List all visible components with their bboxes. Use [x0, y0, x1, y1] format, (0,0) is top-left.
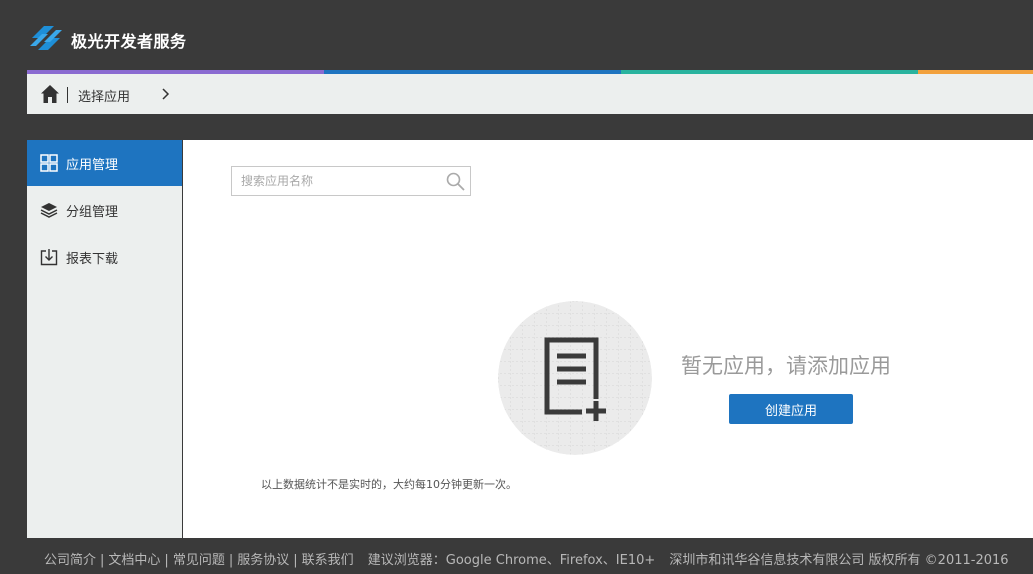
footer-link-faq[interactable]: 常见问题: [173, 553, 225, 568]
footer-divider: |: [228, 553, 234, 568]
search-input[interactable]: [241, 167, 441, 195]
footer-divider: |: [164, 553, 169, 568]
empty-state-title: 暂无应用，请添加应用: [681, 354, 891, 378]
footer-browser-tip: 建议浏览器：Google Chrome、Firefox、IE10+: [367, 553, 656, 568]
data-update-note: 以上数据统计不是实时的，大约每10分钟更新一次。: [261, 478, 517, 491]
grid-icon: [40, 154, 58, 172]
sidebar-item-report-download[interactable]: 报表下载: [27, 234, 182, 280]
breadcrumb-current[interactable]: 选择应用: [78, 86, 130, 105]
breadcrumb: 选择应用: [27, 74, 1033, 114]
main-content: 暂无应用，请添加应用 创建应用 以上数据统计不是实时的，大约每10分钟更新一次。: [183, 140, 1033, 538]
footer: 公司简介 | 文档中心 | 常见问题 | 服务协议 | 联系我们 建议浏览器：Google Ch…: [44, 549, 1009, 568]
footer-divider: |: [100, 553, 105, 568]
sidebar: 应用管理 分组管理 报表下载: [27, 140, 182, 538]
footer-link-terms[interactable]: 服务协议: [237, 553, 289, 568]
sidebar-item-app-management[interactable]: 应用管理: [27, 140, 182, 186]
footer-link-contact[interactable]: 联系我们: [302, 553, 354, 568]
footer-copyright: 深圳市和讯华谷信息技术有限公司 版权所有 ©2011-2016: [669, 553, 1009, 568]
home-icon[interactable]: [40, 84, 60, 104]
footer-link-about[interactable]: 公司简介: [44, 553, 96, 568]
sidebar-item-label: 报表下载: [66, 251, 119, 267]
footer-link-docs[interactable]: 文档中心: [108, 553, 160, 568]
download-icon: [40, 249, 58, 266]
top-header: 极光开发者服务: [0, 0, 1033, 72]
sidebar-item-group-management[interactable]: 分组管理: [27, 187, 182, 233]
search-box: [231, 166, 471, 196]
brand-title[interactable]: 极光开发者服务: [71, 28, 187, 52]
search-icon[interactable]: [446, 172, 465, 191]
sidebar-item-label: 应用管理: [66, 157, 119, 173]
chevron-right-icon[interactable]: [160, 88, 170, 100]
empty-document-illustration: [498, 301, 652, 455]
create-app-button[interactable]: 创建应用: [729, 394, 853, 424]
footer-divider: |: [293, 553, 298, 568]
layers-icon: [40, 203, 58, 218]
sidebar-item-label: 分组管理: [66, 204, 119, 220]
jiguang-logo-icon[interactable]: [28, 22, 64, 54]
breadcrumb-divider: [67, 87, 68, 103]
